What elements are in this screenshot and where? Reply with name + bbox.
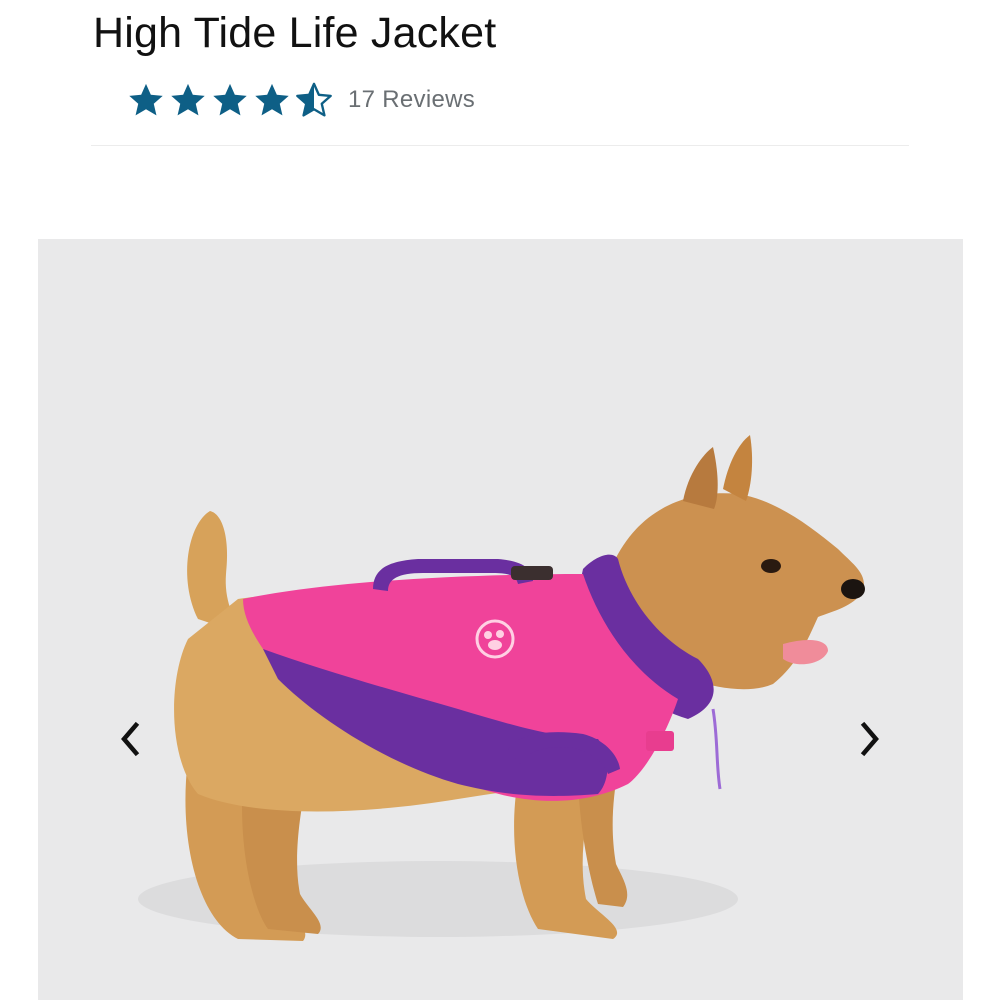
product-image	[138, 435, 865, 941]
next-image-button[interactable]	[848, 717, 892, 761]
chevron-right-icon	[860, 721, 879, 757]
star-full-icon	[255, 83, 289, 116]
product-image-gallery[interactable]	[38, 239, 963, 1000]
product-rating[interactable]: 17 Reviews	[127, 80, 475, 120]
divider	[91, 145, 909, 146]
star-half-icon	[296, 82, 332, 117]
reviews-count-link[interactable]: 17 Reviews	[348, 86, 475, 114]
rating-stars	[127, 81, 333, 119]
chevron-left-icon	[121, 721, 140, 757]
product-title: High Tide Life Jacket	[93, 9, 497, 57]
star-full-icon	[213, 83, 247, 116]
star-full-icon	[171, 83, 205, 116]
previous-image-button[interactable]	[108, 717, 152, 761]
star-full-icon	[129, 83, 163, 116]
